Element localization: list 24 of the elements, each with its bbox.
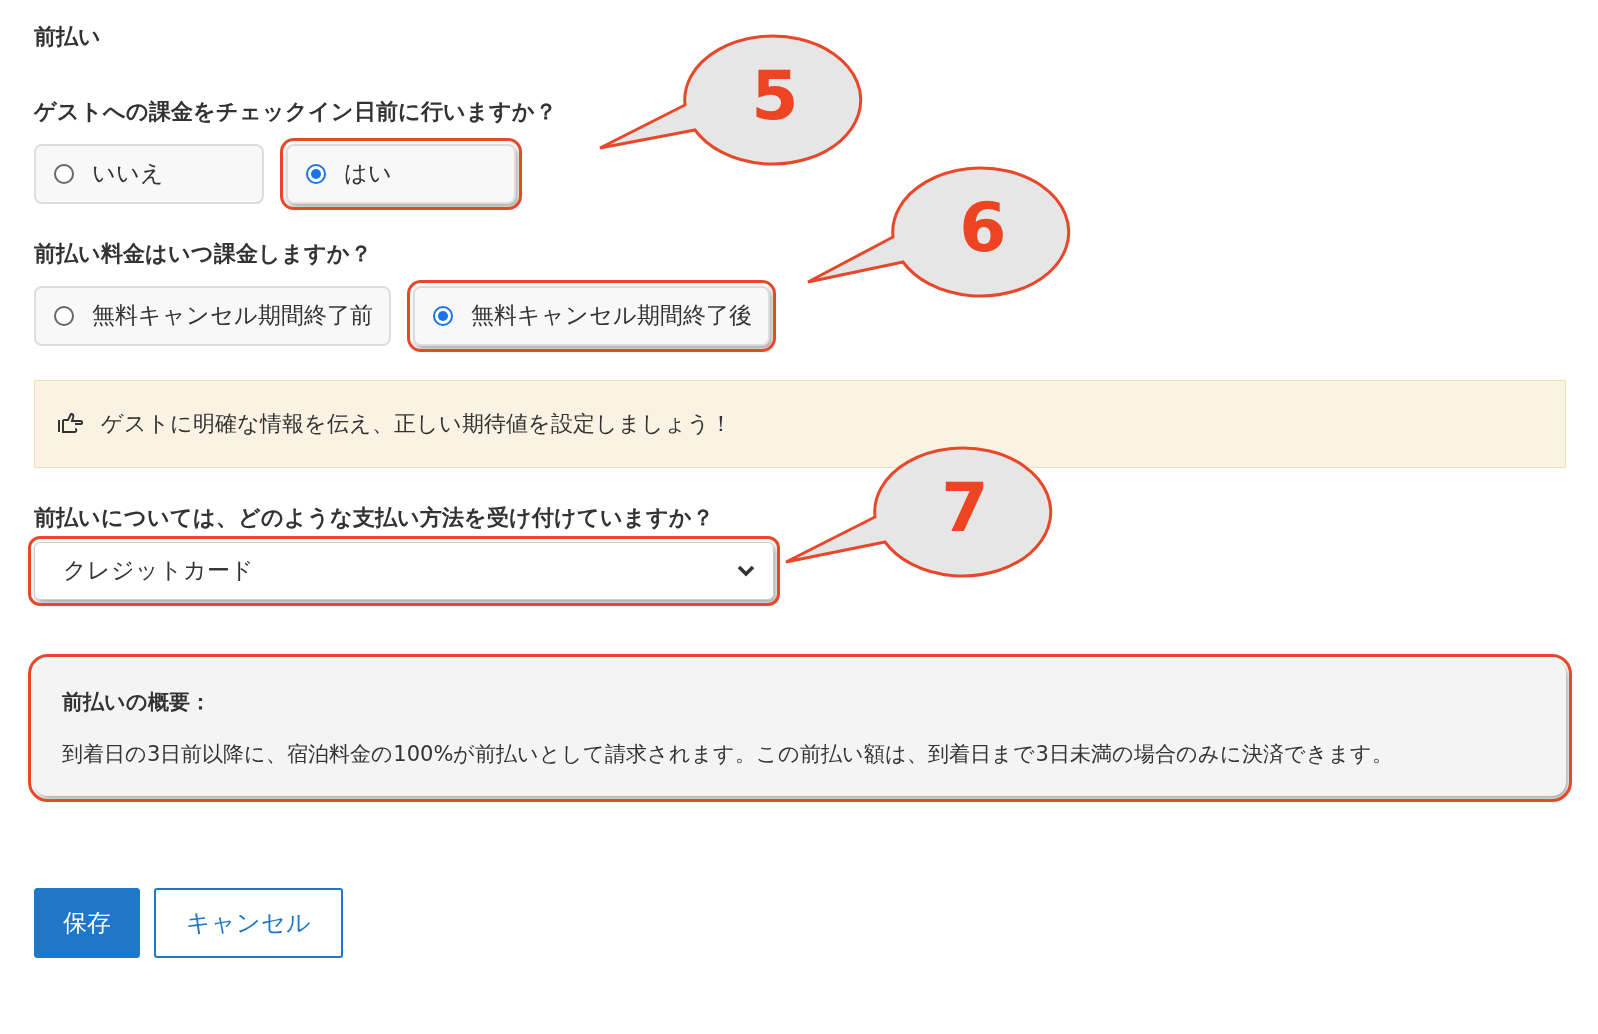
radio-button[interactable] [433,305,453,326]
option-label: いいえ [92,159,164,189]
save-button[interactable]: 保存 [34,888,140,959]
question-label: ゲストへの課金をチェックイン日前に行いますか？ [34,98,558,126]
question-label: 前払いについては、どのような支払い方法を受け付けていますか？ [34,503,715,532]
radio-option[interactable]: いいえ [34,143,264,204]
option-label: はい [344,159,392,189]
chevron-down-icon [737,564,755,577]
callout-number: 5 [751,56,799,135]
summary-title: 前払いの概要： [62,688,212,716]
radio-button[interactable] [54,163,74,184]
radio-option[interactable]: 無料キャンセル期間終了前 [34,285,391,346]
section-title: 前払い [34,23,102,51]
summary-text: 到着日の3日前以降に、宿泊料金の100%が前払いとして請求されます。この前払い額は、到着日まで3日未満の場合のみに決済できます。 [62,740,1394,768]
radio-button[interactable] [306,163,326,184]
option-label: 無料キャンセル期間終了前 [92,301,373,331]
radio-button[interactable] [54,305,74,326]
question-label: 前払い料金はいつ課金しますか？ [34,239,373,268]
tip-text: ゲストに明確な情報を伝え、正しい期待値を設定しましょう！ [101,409,732,438]
callout-number: 7 [941,468,989,547]
pointing-hand-icon [57,411,85,436]
cancel-button[interactable]: キャンセル [154,888,343,959]
option-label: 無料キャンセル期間終了後 [471,301,752,331]
callout-number: 6 [959,188,1007,267]
